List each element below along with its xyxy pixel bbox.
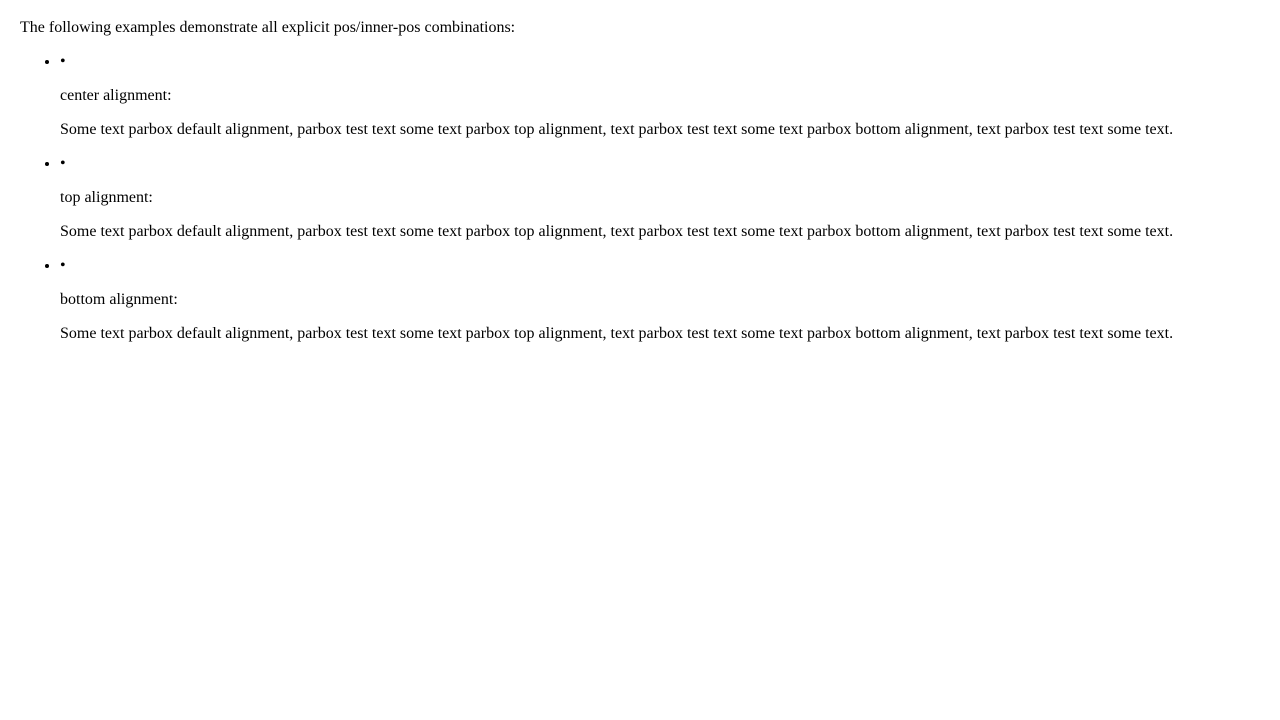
item-sample-text: Some text parbox default alignment, parb… (60, 121, 1174, 138)
document-body: The following examples demonstrate all e… (0, 0, 1280, 344)
bullet-glyph: • (60, 53, 66, 70)
item-sample-text: Some text parbox default alignment, parb… (60, 223, 1174, 240)
list-item-bottom: • bottom alignment: Some text parbox def… (60, 256, 1260, 344)
item-sample-text: Some text parbox default alignment, parb… (60, 325, 1174, 342)
list-item-top: • top alignment: Some text parbox defaul… (60, 154, 1260, 242)
examples-list: • center alignment: Some text parbox def… (20, 52, 1260, 344)
intro-paragraph: The following examples demonstrate all e… (20, 19, 516, 36)
bullet-glyph: • (60, 155, 66, 172)
item-heading: bottom alignment: (60, 291, 178, 308)
bullet-glyph: • (60, 257, 66, 274)
list-item-center: • center alignment: Some text parbox def… (60, 52, 1260, 140)
item-heading: center alignment: (60, 87, 172, 104)
item-heading: top alignment: (60, 189, 153, 206)
